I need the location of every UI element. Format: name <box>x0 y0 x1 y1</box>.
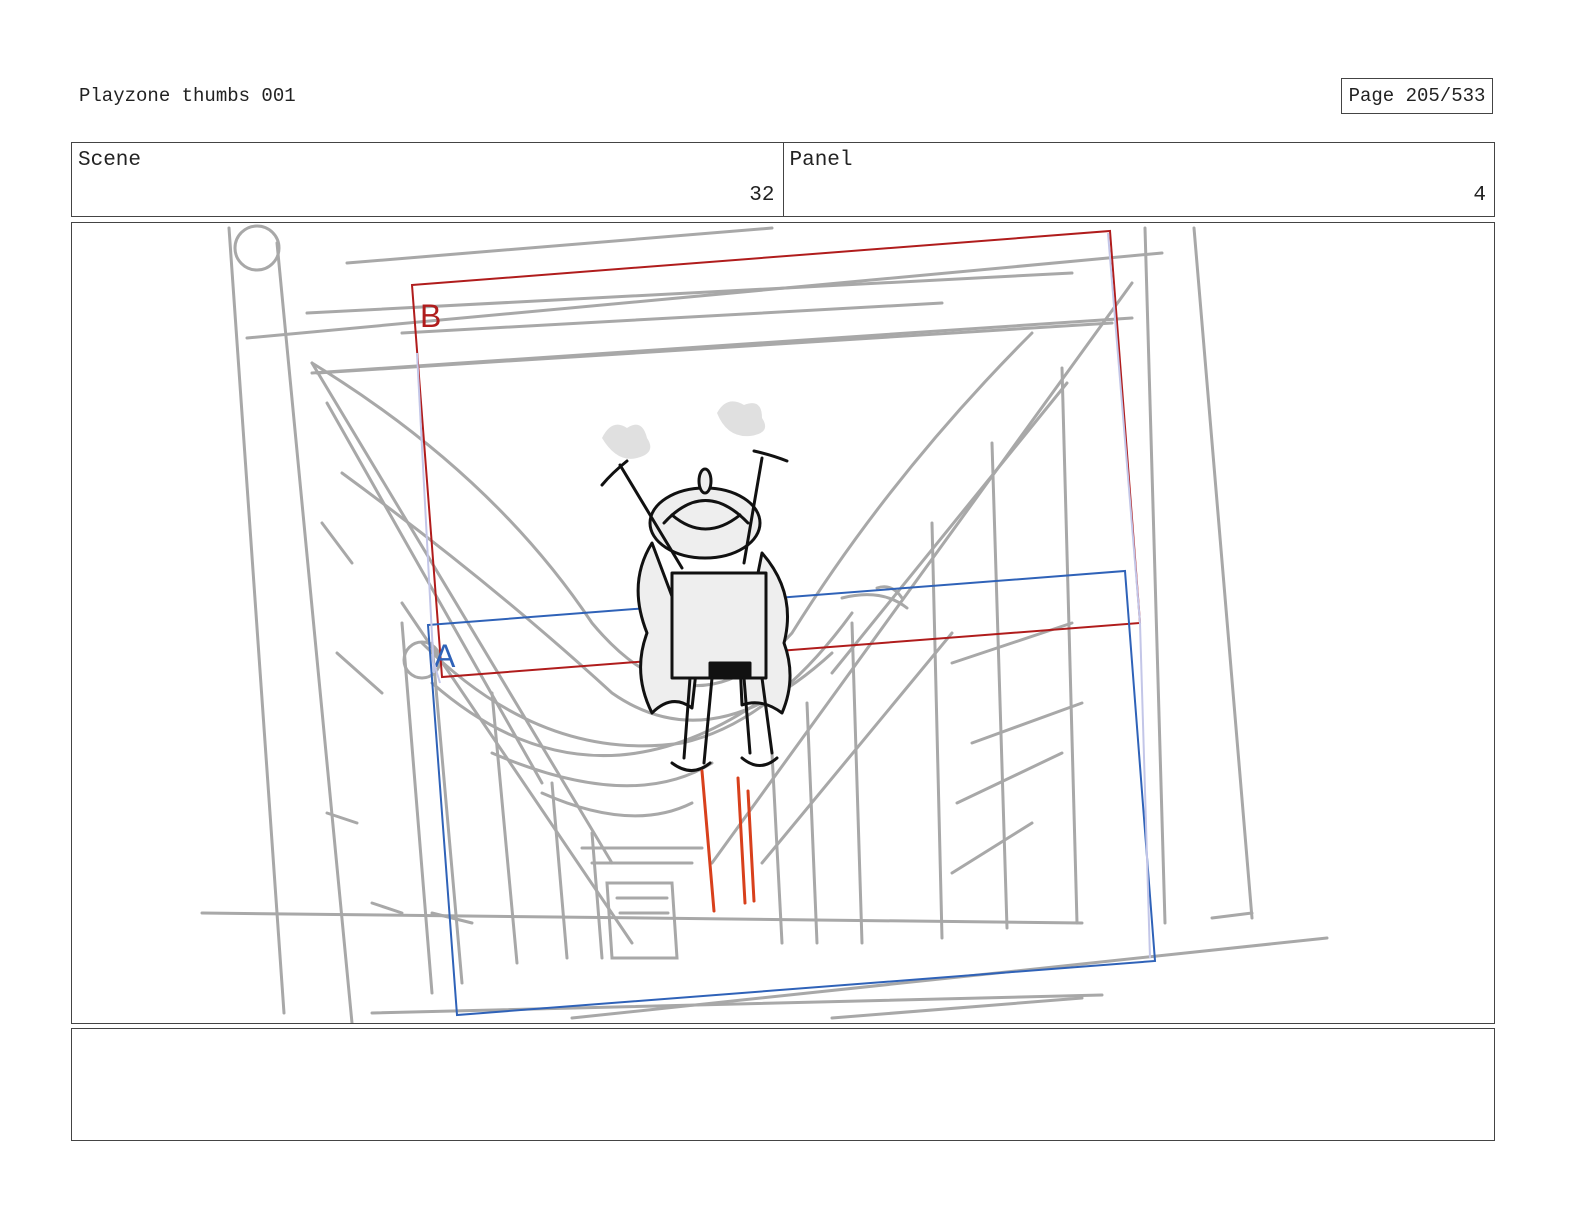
panel-label: Panel <box>789 149 853 172</box>
scene-panel-info-row: Scene 32 Panel 4 <box>71 142 1495 217</box>
scene-label: Scene <box>78 149 142 172</box>
scene-cell: Scene 32 <box>72 143 783 216</box>
panel-cell: Panel 4 <box>782 143 1495 216</box>
camera-frame-a: A <box>426 569 1157 1017</box>
panel-notes-box <box>71 1028 1495 1141</box>
storyboard-frame: B A <box>71 222 1495 1024</box>
camera-b-label: B <box>420 298 441 334</box>
scene-number: 32 <box>749 184 775 207</box>
document-title: Playzone thumbs 001 <box>79 85 296 107</box>
motion-puffs <box>602 401 766 459</box>
page-indicator: Page 205/533 <box>1341 78 1493 114</box>
camera-a-label: A <box>434 638 456 674</box>
character-drawing <box>600 449 792 772</box>
storyboard-sketch: B A <box>200 224 1329 1023</box>
panel-number: 4 <box>1473 184 1486 207</box>
